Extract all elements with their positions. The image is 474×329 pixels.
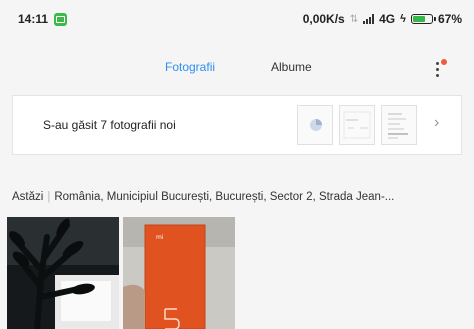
network-type: 4G: [379, 12, 396, 26]
more-options-button[interactable]: [432, 58, 450, 80]
battery-percent: 67%: [437, 12, 462, 26]
banner-thumbnail: [297, 105, 333, 145]
network-speed: 0,00K/s: [302, 12, 345, 26]
more-dot-icon: [436, 62, 439, 65]
status-time: 14:11: [18, 12, 49, 26]
more-dot-icon: [436, 68, 439, 71]
date-label: Astăzi: [12, 191, 44, 203]
phone-box-photo-icon: mi: [123, 217, 235, 329]
banner-thumbnail: [339, 105, 375, 145]
chevron-right-icon: ›: [434, 114, 440, 131]
separator: |: [47, 191, 51, 203]
location-label[interactable]: România, Municipiul București, București…: [54, 191, 394, 203]
status-left: 14:11: [18, 12, 68, 26]
tab-bar: Fotografii Albume: [0, 52, 474, 84]
new-photos-banner[interactable]: S-au găsit 7 fotografii noi ›: [12, 95, 462, 155]
charging-icon: ϟ: [400, 13, 406, 25]
notification-dot-icon: [441, 59, 447, 65]
date-location-header: Astăzi | România, Municipiul București, Bu…: [12, 191, 474, 203]
box-logo-icon: mi: [156, 234, 164, 241]
photo-thumbnail-plant[interactable]: [7, 217, 119, 329]
battery-fill: [412, 16, 426, 22]
battery-icon: [410, 14, 436, 24]
data-arrows-icon: ⇅: [349, 13, 359, 25]
banner-text: S-au găsit 7 fotografii noi: [43, 118, 176, 132]
status-right: 0,00K/s ⇅ 4G ϟ 67%: [303, 12, 462, 26]
banner-thumbnail: [381, 105, 417, 145]
plant-photo-icon: [7, 217, 119, 329]
status-bar: 14:11 0,00K/s ⇅ 4G ϟ 67%: [0, 0, 474, 38]
tab-albums[interactable]: Albume: [271, 60, 312, 74]
photo-thumbnail-phone-box[interactable]: mi: [123, 217, 235, 329]
notification-icon: [54, 12, 68, 26]
signal-icon: [363, 14, 375, 24]
more-dot-icon: [436, 74, 439, 77]
tab-photos[interactable]: Fotografii: [165, 60, 215, 74]
